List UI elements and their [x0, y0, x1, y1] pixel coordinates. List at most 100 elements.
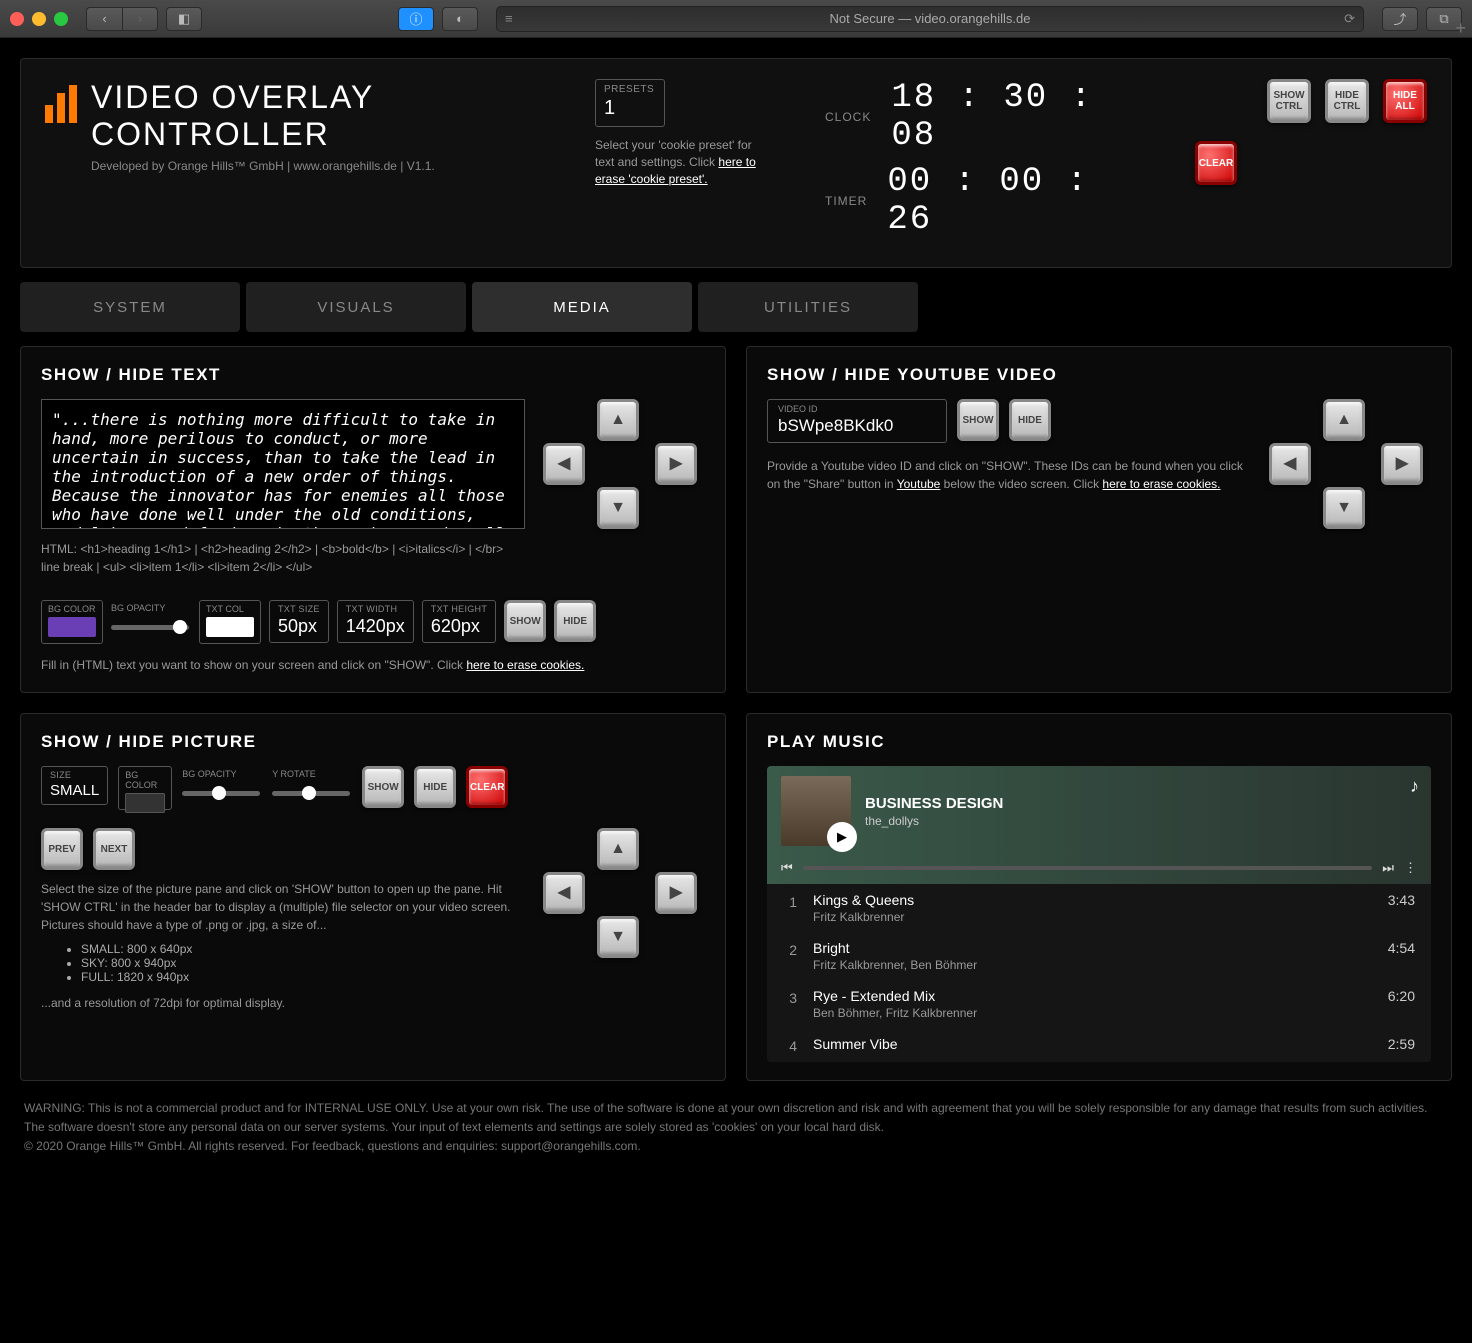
pic-left-button[interactable]: ◀ — [543, 872, 585, 914]
pic-show-button[interactable]: SHOW — [362, 766, 404, 808]
browser-chrome: ‹ › ◧ ⓘ ◐ ≡ Not Secure — video.orangehil… — [0, 0, 1472, 38]
text-panel-title: SHOW / HIDE TEXT — [41, 365, 705, 385]
pic-sizes-list: SMALL: 800 x 640px SKY: 800 x 940px FULL… — [81, 942, 525, 984]
forward-button[interactable]: › — [122, 7, 158, 31]
clock-value: 18 : 30 : 08 — [891, 79, 1105, 155]
share-button[interactable]: ⤴ — [1382, 7, 1418, 31]
text-dpad: ▲ ▼ ◀ ▶ — [535, 399, 705, 529]
text-right-button[interactable]: ▶ — [655, 443, 697, 485]
prev-button[interactable]: PREV — [41, 828, 83, 870]
timer-label: TIMER — [825, 194, 867, 208]
track-list: 1Kings & QueensFritz Kalkbrenner3:43 2Br… — [767, 884, 1431, 1062]
share-icon[interactable]: ⋮ — [1404, 860, 1417, 876]
maximize-window-icon[interactable] — [54, 12, 68, 26]
yt-up-button[interactable]: ▲ — [1323, 399, 1365, 441]
yt-right-button[interactable]: ▶ — [1381, 443, 1423, 485]
new-tab-button[interactable]: + — [1455, 18, 1472, 39]
text-left-button[interactable]: ◀ — [543, 443, 585, 485]
text-erase-link[interactable]: here to erase cookies. — [466, 658, 584, 672]
text-footer-help: Fill in (HTML) text you want to show on … — [41, 656, 705, 674]
text-hide-button[interactable]: HIDE — [554, 600, 596, 642]
txtheight-field[interactable]: TXT HEIGHT620px — [422, 600, 496, 643]
hide-ctrl-button[interactable]: HIDE CTRL — [1325, 79, 1369, 123]
refresh-icon[interactable]: ⟳ — [1344, 11, 1355, 27]
presets-label: PRESETS — [604, 84, 656, 95]
pic-down-button[interactable]: ▼ — [597, 916, 639, 958]
yt-show-button[interactable]: SHOW — [957, 399, 999, 441]
spotify-icon[interactable]: ♪ — [1410, 776, 1419, 797]
footer-disclaimer: WARNING: This is not a commercial produc… — [20, 1081, 1452, 1175]
sidebar-button[interactable]: ◧ — [166, 7, 202, 31]
album-art: ▶ — [781, 776, 851, 846]
yt-dpad: ▲ ▼ ◀ ▶ — [1261, 399, 1431, 529]
back-button[interactable]: ‹ — [86, 7, 122, 31]
next-track-icon[interactable]: ⏭ — [1382, 860, 1394, 876]
close-window-icon[interactable] — [10, 12, 24, 26]
text-input[interactable] — [41, 399, 525, 529]
album-title: BUSINESS DESIGN — [865, 795, 1003, 812]
youtube-panel: SHOW / HIDE YOUTUBE VIDEO VIDEO ID bSWpe… — [746, 346, 1452, 693]
track-row[interactable]: 1Kings & QueensFritz Kalkbrenner3:43 — [767, 884, 1431, 932]
clear-button[interactable]: CLEAR — [1195, 141, 1237, 185]
txtcolor-field[interactable]: TXT COL — [199, 600, 261, 644]
play-button[interactable]: ▶ — [827, 822, 857, 852]
pic-hide-button[interactable]: HIDE — [414, 766, 456, 808]
pic-bgopacity-slider[interactable]: BG OPACITY — [182, 766, 262, 804]
nav-buttons: ‹ › — [86, 7, 158, 31]
presets-help: Select your 'cookie preset' for text and… — [595, 137, 765, 187]
tab-system[interactable]: SYSTEM — [20, 282, 240, 332]
presets-value: 1 — [604, 97, 656, 120]
pic-up-button[interactable]: ▲ — [597, 828, 639, 870]
presets-field[interactable]: PRESETS 1 — [595, 79, 665, 127]
yt-help: Provide a Youtube video ID and click on … — [767, 457, 1251, 493]
txtsize-field[interactable]: TXT SIZE50px — [269, 600, 329, 643]
pic-dpad: ▲ ▼ ◀ ▶ — [535, 828, 705, 958]
yt-left-button[interactable]: ◀ — [1269, 443, 1311, 485]
show-ctrl-button[interactable]: SHOW CTRL — [1267, 79, 1311, 123]
prev-track-icon[interactable]: ⏮ — [781, 860, 793, 876]
hide-all-button[interactable]: HIDE ALL — [1383, 79, 1427, 123]
bgopacity-slider[interactable]: BG OPACITY — [111, 600, 191, 638]
minimize-window-icon[interactable] — [32, 12, 46, 26]
text-up-button[interactable]: ▲ — [597, 399, 639, 441]
picture-panel: SHOW / HIDE PICTURE SIZESMALL BG COLOR B… — [20, 713, 726, 1081]
timer-value: 00 : 00 : 26 — [887, 163, 1105, 239]
address-bar[interactable]: ≡ Not Secure — video.orangehills.de ⟳ — [496, 6, 1364, 32]
pic-clear-button[interactable]: CLEAR — [466, 766, 508, 808]
text-show-button[interactable]: SHOW — [504, 600, 546, 642]
size-field[interactable]: SIZESMALL — [41, 766, 108, 805]
yrotate-slider[interactable]: Y ROTATE — [272, 766, 352, 804]
music-panel: PLAY MUSIC ▶ BUSINESS DESIGN the_dollys … — [746, 713, 1452, 1081]
txtwidth-field[interactable]: TXT WIDTH1420px — [337, 600, 414, 643]
yt-hide-button[interactable]: HIDE — [1009, 399, 1051, 441]
youtube-link[interactable]: Youtube — [897, 477, 941, 491]
youtube-panel-title: SHOW / HIDE YOUTUBE VIDEO — [767, 365, 1431, 385]
main-tabs: SYSTEM VISUALS MEDIA UTILITIES — [20, 282, 1452, 332]
yt-down-button[interactable]: ▼ — [1323, 487, 1365, 529]
bgcolor-field[interactable]: BG COLOR — [41, 600, 103, 644]
app-subtitle: Developed by Orange Hills™ GmbH | www.or… — [91, 159, 565, 173]
pic-bgcolor-field[interactable]: BG COLOR — [118, 766, 172, 810]
clock-label: CLOCK — [825, 110, 871, 124]
text-down-button[interactable]: ▼ — [597, 487, 639, 529]
reader-button[interactable]: ◐ — [442, 7, 478, 31]
html-hint: HTML: <h1>heading 1</h1> | <h2>heading 2… — [41, 540, 525, 576]
yt-erase-link[interactable]: here to erase cookies. — [1102, 477, 1220, 491]
pic-right-button[interactable]: ▶ — [655, 872, 697, 914]
album-artist: the_dollys — [865, 814, 1003, 828]
app-header: VIDEO OVERLAY CONTROLLER Developed by Or… — [20, 58, 1452, 268]
logo-icon — [45, 85, 77, 123]
spotify-embed: ▶ BUSINESS DESIGN the_dollys ♪ ⏮ ⏭ ⋮ 1Ki… — [767, 766, 1431, 1062]
next-button[interactable]: NEXT — [93, 828, 135, 870]
text-panel: SHOW / HIDE TEXT HTML: <h1>heading 1</h1… — [20, 346, 726, 693]
tab-utilities[interactable]: UTILITIES — [698, 282, 918, 332]
picture-panel-title: SHOW / HIDE PICTURE — [41, 732, 705, 752]
track-row[interactable]: 4Summer Vibe2:59 — [767, 1028, 1431, 1062]
tab-visuals[interactable]: VISUALS — [246, 282, 466, 332]
track-row[interactable]: 2BrightFritz Kalkbrenner, Ben Böhmer4:54 — [767, 932, 1431, 980]
video-id-field[interactable]: VIDEO ID bSWpe8BKdk0 — [767, 399, 947, 443]
tab-media[interactable]: MEDIA — [472, 282, 692, 332]
progress-bar[interactable] — [803, 866, 1373, 870]
track-row[interactable]: 3Rye - Extended MixBen Böhmer, Fritz Kal… — [767, 980, 1431, 1028]
info-button[interactable]: ⓘ — [398, 7, 434, 31]
